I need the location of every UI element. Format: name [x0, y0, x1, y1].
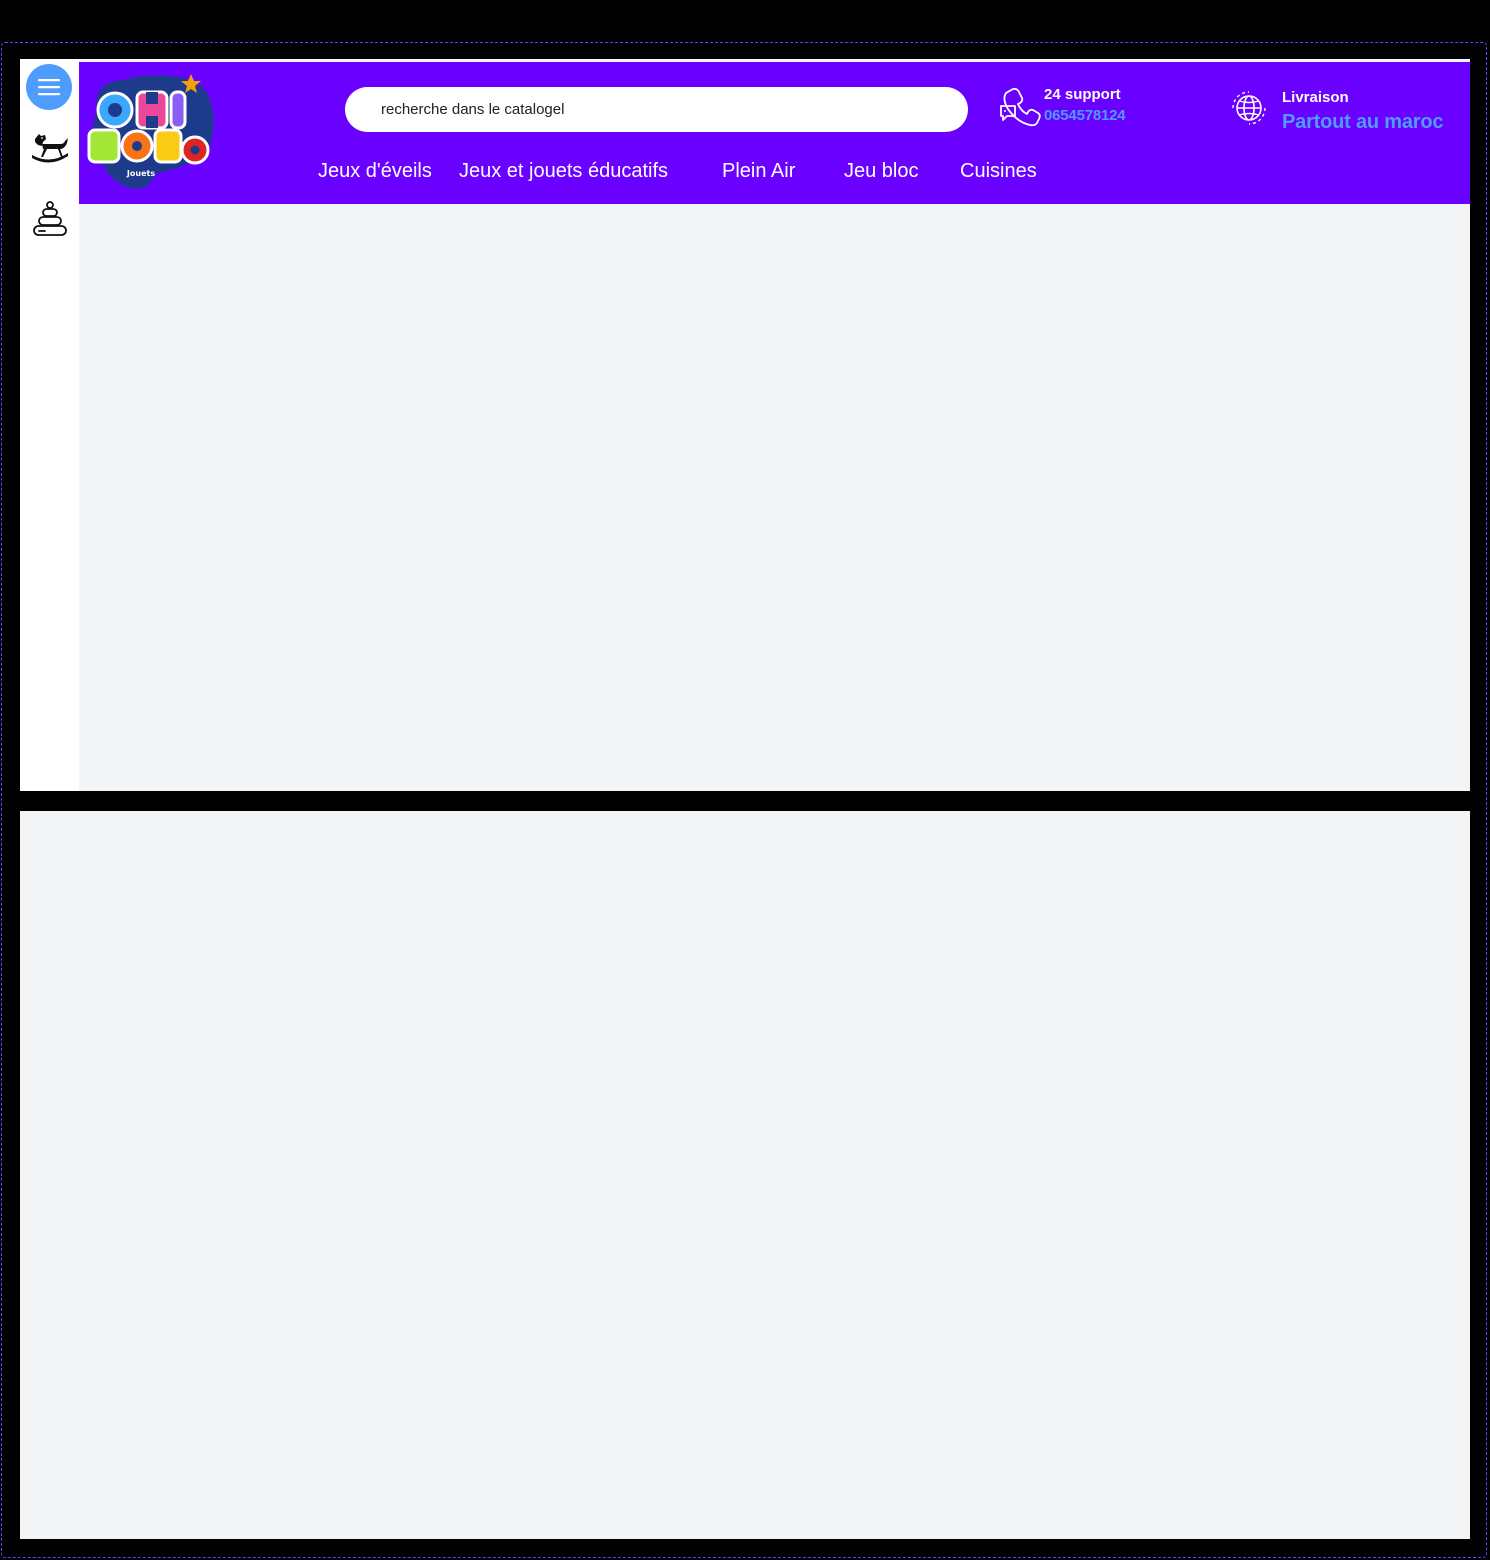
nav-item-cuisines[interactable]: Cuisines	[960, 160, 1037, 183]
sidebar-item-stacking-toy[interactable]	[29, 199, 71, 241]
chinono-logo[interactable]: Jouets	[83, 70, 217, 190]
secondary-screen	[20, 811, 1470, 1539]
phone-support-icon	[1000, 87, 1041, 127]
hamburger-menu-icon	[38, 79, 60, 96]
delivery-label: Livraison	[1282, 89, 1349, 106]
home-screen: Jouets recherche dans le catalogel 24 su…	[20, 59, 1470, 791]
search-input[interactable]: recherche dans le catalogel	[345, 87, 968, 132]
canvas: Jouets recherche dans le catalogel 24 su…	[0, 0, 1490, 1560]
delivery-area: Partout au maroc	[1282, 111, 1444, 133]
nav-item-jeu-bloc[interactable]: Jeu bloc	[844, 160, 919, 183]
top-header: Jouets recherche dans le catalogel 24 su…	[79, 62, 1470, 204]
rocking-horse-icon	[32, 134, 68, 163]
sidebar	[20, 59, 79, 791]
svg-text:Jouets: Jouets	[126, 169, 155, 178]
main-content-area	[79, 204, 1470, 791]
nav-item-jeux-educatifs[interactable]: Jeux et jouets éducatifs	[459, 160, 668, 183]
search-input-text: recherche dans le catalogel	[381, 101, 565, 118]
globe-delivery-icon	[1232, 91, 1266, 125]
stacking-rings-toy-icon	[33, 201, 67, 236]
delivery-info: Livraison Partout au maroc	[1229, 86, 1469, 142]
chinono-logo-image: Jouets	[87, 74, 214, 189]
support-phone[interactable]: 0654578124	[1044, 107, 1126, 124]
support-label: 24 support	[1044, 86, 1121, 103]
menu-button[interactable]	[26, 64, 72, 110]
nav-item-jeux-eveils[interactable]: Jeux d'éveils	[318, 160, 432, 183]
nav-item-plein-air[interactable]: Plein Air	[722, 160, 795, 183]
sidebar-item-rocking-horse[interactable]	[29, 128, 71, 170]
support-contact[interactable]: 24 support 0654578124	[999, 84, 1199, 134]
